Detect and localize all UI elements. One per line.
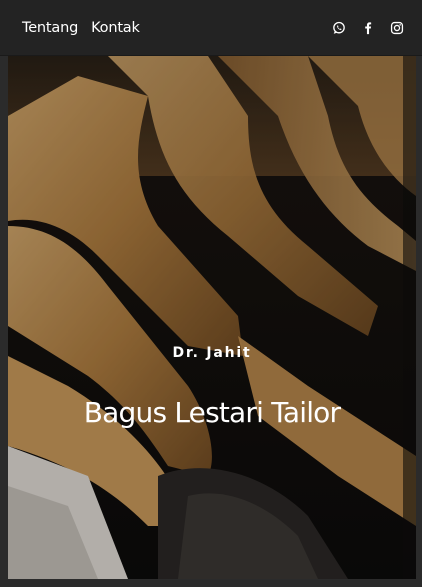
hero-title: Bagus Lestari Tailor [83, 396, 341, 429]
facebook-icon[interactable] [361, 21, 375, 35]
whatsapp-icon[interactable] [332, 21, 346, 35]
instagram-icon[interactable] [390, 21, 404, 35]
hero-section: Dr. Jahit Bagus Lestari Tailor [8, 56, 416, 579]
page-frame: Tentang Kontak Dr. Jahit Bagus Lestari T… [0, 0, 422, 587]
nav-link-kontak[interactable]: Kontak [91, 20, 140, 36]
social-icons [332, 21, 404, 35]
hero-subtitle: Dr. Jahit [172, 345, 252, 361]
hero-overlay [8, 56, 416, 579]
navbar: Tentang Kontak [0, 0, 422, 56]
nav-link-tentang[interactable]: Tentang [22, 20, 78, 36]
nav-links: Tentang Kontak [22, 20, 140, 36]
